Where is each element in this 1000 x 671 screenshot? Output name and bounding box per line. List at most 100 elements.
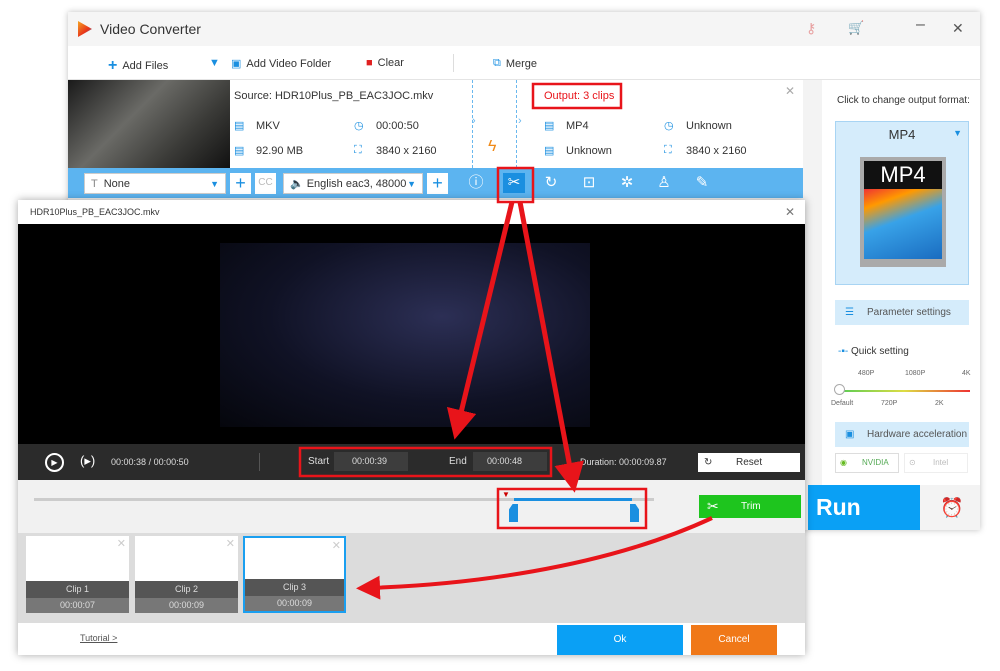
ok-button[interactable]: Ok	[557, 625, 683, 655]
subtitle-select[interactable]: T None ▼	[84, 173, 226, 194]
quality-slider[interactable]	[838, 390, 970, 392]
parameter-settings-button[interactable]: ☰ Parameter settings	[835, 300, 969, 325]
text-icon: T	[91, 177, 98, 190]
intel-button[interactable]: ⊙ Intel	[904, 453, 968, 473]
resolution-icon: ⛶	[354, 144, 362, 156]
app-logo-icon	[78, 21, 92, 37]
tick-480p: 480P	[858, 370, 875, 377]
mp4-format-icon: MP4	[860, 157, 946, 267]
output-duration: Unknown	[686, 120, 732, 132]
cc-button[interactable]: CC	[255, 173, 276, 194]
nvidia-logo-icon: ◉	[840, 458, 847, 467]
source-size: 92.90 MB	[256, 145, 304, 157]
tutorial-link[interactable]: Tutorial >	[80, 633, 117, 643]
trim-dialog: HDR10Plus_PB_EAC3JOC.mkv ✕ ▶ (▸) 00:00:3…	[18, 200, 805, 655]
folder-icon: ▣	[231, 58, 242, 70]
play-button[interactable]: ▶	[45, 453, 64, 472]
sliders-icon: ☰	[845, 307, 854, 318]
tick-2k: 2K	[935, 400, 944, 407]
effects-wand-icon[interactable]: ✲	[616, 173, 638, 193]
run-button[interactable]: Run	[808, 485, 920, 530]
playhead-marker-icon[interactable]: ▼	[502, 490, 510, 499]
trim-button[interactable]: ✂ Trim	[699, 495, 801, 518]
add-files-label: Add Files	[122, 60, 169, 72]
timeline[interactable]: ▼ ✂ Trim	[18, 480, 805, 533]
hardware-acceleration-button[interactable]: ▣ Hardware acceleration	[835, 422, 969, 447]
output-size: Unknown	[566, 145, 612, 157]
audio-select[interactable]: 🔈 English eac3, 48000 ▼	[283, 173, 423, 194]
clock-icon: ◷	[354, 120, 364, 132]
subtitle-value: None	[103, 177, 131, 190]
watermark-stamp-icon[interactable]: ♙	[653, 173, 675, 193]
remove-file-icon[interactable]: ✕	[785, 84, 795, 98]
trash-icon: ■	[366, 57, 373, 69]
format-name: MP4	[888, 127, 916, 142]
output-clips: Output: 3 clips	[544, 90, 615, 102]
alarm-clock-icon[interactable]: ⏰	[940, 496, 964, 520]
intel-label: Intel	[933, 458, 949, 467]
remove-clip-icon[interactable]: ✕	[332, 539, 341, 552]
clip-item[interactable]: ✕ Clip 1 00:00:07	[26, 536, 129, 613]
scissors-icon[interactable]: ✂	[503, 173, 525, 193]
tick-4k: 4K	[962, 370, 971, 377]
edit-pen-icon[interactable]: ✎	[691, 173, 713, 193]
reset-label: Reset	[736, 457, 763, 468]
source-duration: 00:00:50	[376, 120, 419, 132]
reset-icon: ↻	[704, 457, 713, 468]
tick-720p: 720P	[881, 400, 898, 407]
file-size-icon: ▤	[234, 145, 245, 157]
dialog-close-button[interactable]: ✕	[785, 205, 795, 219]
cart-icon[interactable]: 🛒	[848, 20, 864, 36]
file-row[interactable]: Source: HDR10Plus_PB_EAC3JOC.mkv ▤ MKV ◷…	[68, 80, 803, 168]
nvidia-button[interactable]: ◉ NVIDIA	[835, 453, 899, 473]
divider	[516, 80, 517, 168]
merge-button[interactable]: ⧉ Merge	[493, 57, 537, 70]
reset-button[interactable]: ↻ Reset	[698, 453, 800, 472]
trim-end-handle[interactable]	[630, 504, 639, 522]
minimize-button[interactable]: –	[916, 16, 925, 34]
clip-item-selected[interactable]: ✕ Clip 3 00:00:09	[243, 536, 346, 613]
clear-button[interactable]: ■ Clear	[366, 57, 404, 69]
audio-value: English eac3, 48000	[306, 177, 407, 190]
close-button[interactable]: ✕	[952, 20, 964, 37]
tick-default: Default	[831, 400, 854, 407]
add-files-dropdown[interactable]: ▼	[209, 57, 220, 69]
add-audio-button[interactable]: +	[427, 173, 448, 194]
end-time-input[interactable]: 00:00:48	[473, 452, 547, 471]
app-title: Video Converter	[100, 21, 201, 37]
source-resolution: 3840 x 2160	[376, 145, 437, 157]
hw-label: Hardware acceleration	[867, 429, 968, 440]
toolbar-divider	[453, 54, 454, 72]
add-folder-button[interactable]: ▣ Add Video Folder	[231, 57, 331, 71]
trim-range[interactable]	[514, 498, 632, 501]
quality-slider-handle[interactable]	[834, 384, 845, 395]
remove-clip-icon[interactable]: ✕	[226, 537, 235, 550]
add-files-button[interactable]: + Add Files	[108, 57, 168, 75]
crop-icon[interactable]: ⊡	[578, 173, 600, 193]
info-icon[interactable]: ⓘ	[465, 173, 487, 193]
clip-name: Clip 3	[245, 579, 344, 596]
clip-item[interactable]: ✕ Clip 2 00:00:09	[135, 536, 238, 613]
clip-duration: 00:00:07	[26, 598, 129, 613]
end-label: End	[449, 456, 467, 467]
key-icon[interactable]: ⚷	[806, 20, 816, 37]
clip-duration: 00:00:09	[135, 598, 238, 613]
next-frame-button[interactable]: (▸)	[80, 453, 95, 469]
rotate-icon[interactable]: ↻	[540, 173, 562, 193]
add-subtitle-button[interactable]: +	[230, 173, 251, 194]
source-format: MKV	[256, 120, 280, 132]
speaker-icon: 🔈	[290, 178, 304, 190]
cancel-button[interactable]: Cancel	[691, 625, 777, 655]
remove-clip-icon[interactable]: ✕	[117, 537, 126, 550]
clear-label: Clear	[377, 57, 404, 69]
start-time-input[interactable]: 00:00:39	[334, 452, 408, 471]
edit-toolbar: T None ▼ + CC 🔈 English eac3, 48000 ▼ + ⓘ ✂ …	[68, 168, 803, 198]
trim-label: Trim	[741, 501, 761, 512]
format-selector[interactable]: MP4 ▼ MP4	[835, 121, 969, 285]
dialog-title: HDR10Plus_PB_EAC3JOC.mkv	[30, 207, 160, 217]
resolution-icon: ⛶	[664, 144, 672, 156]
clip-list: ✕ Clip 1 00:00:07 ✕ Clip 2 00:00:09 ✕ Clip 3 0…	[18, 533, 805, 623]
playback-time: 00:00:38 / 00:00:50	[111, 457, 189, 467]
format-hint: Click to change output format:	[837, 95, 970, 106]
trim-start-handle[interactable]	[509, 504, 518, 522]
